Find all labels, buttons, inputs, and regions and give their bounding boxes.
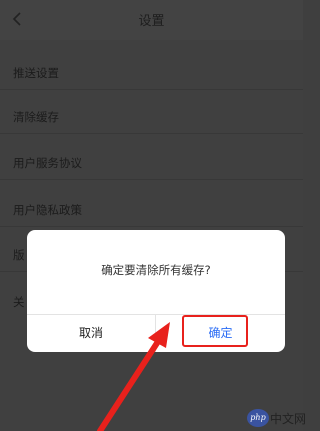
confirm-button[interactable]: 确定: [156, 315, 285, 352]
watermark: php 中文网: [247, 406, 307, 431]
settings-item-label: 用户服务协议: [13, 156, 82, 170]
settings-item-label: 清除缓存: [13, 110, 59, 124]
settings-item-user-agreement[interactable]: 用户服务协议: [0, 136, 303, 180]
settings-item-label: 推送设置: [13, 66, 59, 80]
confirm-dialog: 确定要清除所有缓存? 取消 确定: [27, 230, 285, 352]
php-logo-icon: php: [247, 409, 269, 427]
watermark-text: 中文网: [270, 412, 307, 426]
cancel-button[interactable]: 取消: [27, 315, 155, 352]
settings-item-privacy-policy[interactable]: 用户隐私政策: [0, 183, 303, 227]
settings-item-label: 用户隐私政策: [13, 203, 82, 217]
settings-item-clear-cache[interactable]: 清除缓存: [0, 90, 303, 134]
settings-item-push[interactable]: 推送设置: [0, 46, 303, 90]
settings-item-label: 关: [13, 295, 25, 309]
navbar: 设置: [0, 0, 303, 40]
page-title: 设置: [138, 14, 165, 29]
settings-item-label: 版: [13, 248, 25, 262]
dialog-message: 确定要清除所有缓存?: [101, 263, 211, 277]
screen: 设置 推送设置 清除缓存 用户服务协议 用户隐私政策 版 关 确定要清除所有缓存…: [0, 0, 307, 431]
